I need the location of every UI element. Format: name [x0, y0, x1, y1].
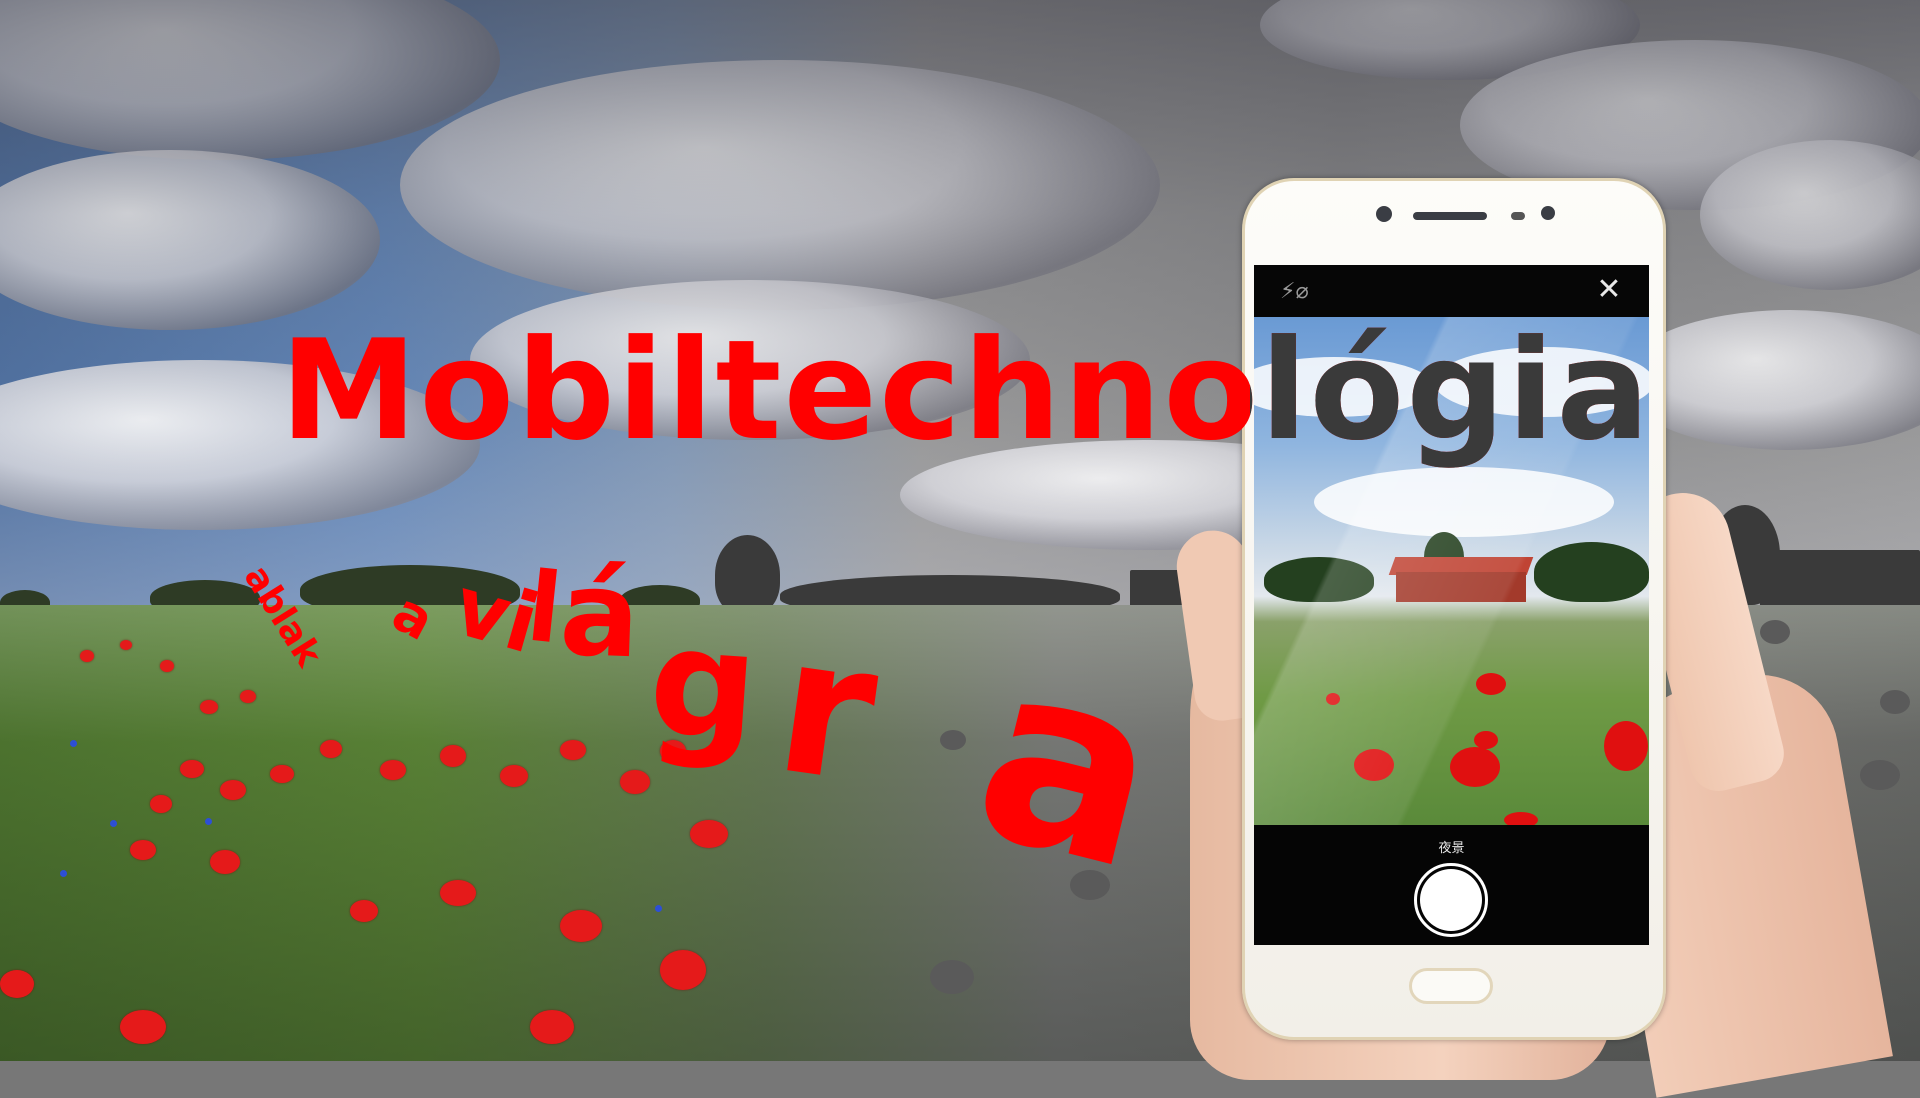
poppy	[320, 740, 342, 758]
poppy	[500, 765, 528, 787]
proximity-sensor	[1511, 212, 1525, 220]
shutter-inner[interactable]	[1420, 869, 1482, 931]
cornflower	[655, 905, 662, 912]
flash-off-icon[interactable]: ⚡⌀	[1280, 279, 1310, 305]
poppy	[1860, 760, 1900, 790]
poppy	[210, 850, 240, 874]
poppy	[270, 765, 294, 783]
close-icon[interactable]: ✕	[1594, 275, 1624, 305]
poppy	[560, 740, 586, 760]
cornflower	[205, 818, 212, 825]
front-camera-icon	[1376, 206, 1392, 222]
poppy	[240, 690, 256, 703]
mode-label[interactable]: 夜景	[1254, 837, 1649, 856]
poppy	[160, 660, 174, 672]
poppy	[350, 900, 378, 922]
poppy	[660, 950, 706, 990]
poppy	[560, 910, 602, 942]
poppy	[80, 650, 94, 662]
poppy	[1760, 620, 1790, 644]
subtitle-word: á	[557, 543, 643, 685]
cornflower	[70, 740, 77, 747]
poppy	[120, 640, 132, 650]
poppy	[0, 970, 34, 998]
poppy	[440, 745, 466, 767]
barn	[1760, 550, 1920, 610]
poppy	[180, 760, 204, 778]
light-sensor	[1541, 206, 1555, 220]
earpiece-speaker	[1413, 212, 1487, 220]
camera-bottom-bar: 夜景	[1254, 825, 1649, 945]
poppy	[200, 700, 218, 714]
poppy	[380, 760, 406, 780]
cornflower	[110, 820, 117, 827]
poppy	[620, 770, 650, 794]
poppy	[130, 840, 156, 860]
poppy	[440, 880, 476, 906]
poppy	[690, 820, 728, 848]
poppy	[150, 795, 172, 813]
poppy	[1880, 690, 1910, 714]
poppy	[220, 780, 246, 800]
poppy	[930, 960, 974, 994]
cornflower	[60, 870, 67, 877]
home-button[interactable]	[1409, 968, 1493, 1004]
subtitle-word: g	[644, 594, 764, 776]
poppy	[530, 1010, 574, 1044]
poppy	[940, 730, 966, 750]
poppy	[120, 1010, 166, 1044]
